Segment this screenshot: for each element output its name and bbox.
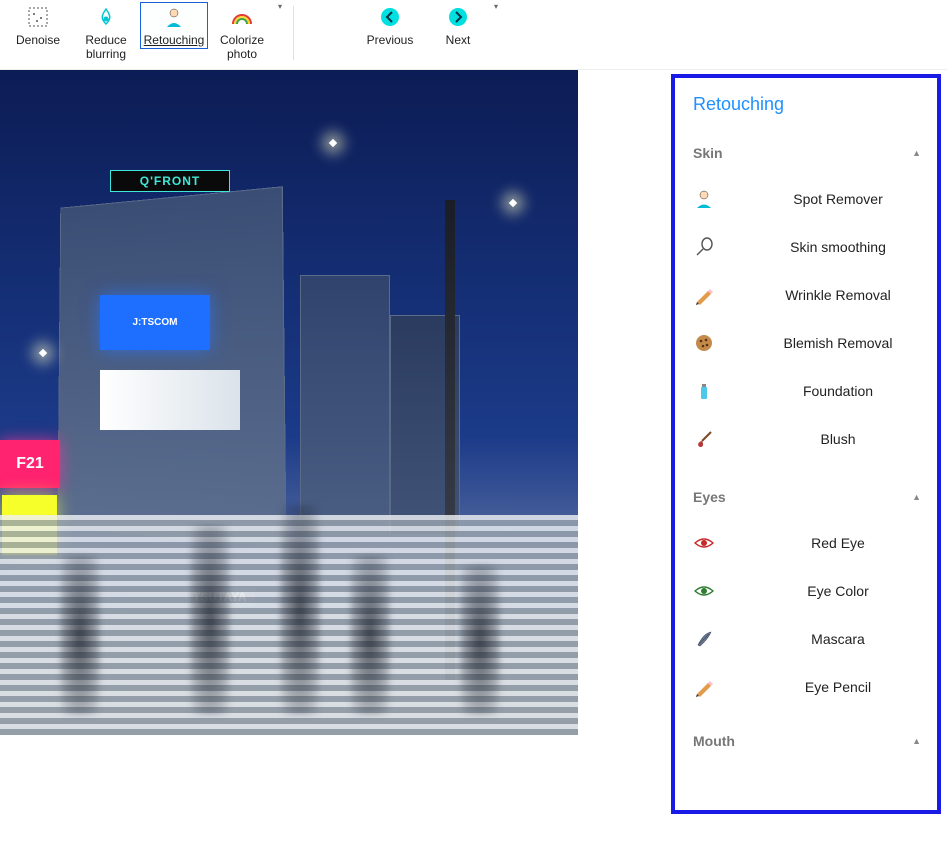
toolbar-group-dropdown-2[interactable]: ▾ bbox=[492, 2, 500, 17]
rainbow-icon bbox=[229, 4, 255, 30]
toolbar-group-dropdown-1[interactable]: ▾ bbox=[276, 2, 284, 17]
eye-red-icon bbox=[693, 532, 715, 554]
canvas-billboard-white bbox=[100, 370, 240, 430]
canvas-f21: F21 bbox=[0, 440, 60, 488]
reduce-blurring-label: Reduce blurring bbox=[85, 33, 126, 62]
tool-label: Foundation bbox=[755, 383, 921, 399]
previous-icon bbox=[377, 4, 403, 30]
image-canvas[interactable]: Q'FRONT J:TSCOM F21 TSUTAYA bbox=[0, 70, 578, 735]
panel-title: Retouching bbox=[693, 94, 921, 115]
collapse-arrow-icon: ▲ bbox=[912, 736, 921, 746]
colorize-photo-button[interactable]: Colorize photo bbox=[208, 2, 276, 64]
next-label: Next bbox=[446, 33, 471, 47]
denoise-label: Denoise bbox=[16, 33, 60, 47]
mouth-section-header[interactable]: Mouth ▲ bbox=[693, 733, 921, 749]
tool-spot-remover[interactable]: Spot Remover bbox=[693, 175, 921, 223]
canvas-logo: Q'FRONT bbox=[110, 170, 230, 192]
brush-icon bbox=[693, 428, 715, 450]
toolbar: Denoise Reduce blurring Retouching bbox=[0, 0, 947, 70]
tool-label: Wrinkle Removal bbox=[755, 287, 921, 303]
tool-label: Red Eye bbox=[755, 535, 921, 551]
tool-blush[interactable]: Blush bbox=[693, 415, 921, 463]
previous-button[interactable]: Previous bbox=[356, 2, 424, 49]
eye-green-icon bbox=[693, 580, 715, 602]
pencil-icon bbox=[693, 284, 715, 306]
denoise-button[interactable]: Denoise bbox=[4, 2, 72, 49]
tool-label: Mascara bbox=[755, 631, 921, 647]
tool-label: Eye Color bbox=[755, 583, 921, 599]
tool-label: Blush bbox=[755, 431, 921, 447]
tool-label: Blemish Removal bbox=[755, 335, 921, 351]
bottle-icon bbox=[693, 380, 715, 402]
tool-eye-pencil[interactable]: Eye Pencil bbox=[693, 663, 921, 711]
retouching-label: Retouching bbox=[144, 33, 205, 47]
wand-icon bbox=[693, 236, 715, 258]
collapse-arrow-icon: ▲ bbox=[912, 148, 921, 158]
main-area: Q'FRONT J:TSCOM F21 TSUTAYA Retouching S… bbox=[0, 70, 947, 847]
eyes-section-label: Eyes bbox=[693, 489, 726, 505]
tool-label: Skin smoothing bbox=[755, 239, 921, 255]
cookie-icon bbox=[693, 332, 715, 354]
next-button[interactable]: Next bbox=[424, 2, 492, 49]
tool-skin-smoothing[interactable]: Skin smoothing bbox=[693, 223, 921, 271]
tool-label: Eye Pencil bbox=[755, 679, 921, 695]
tool-blemish-removal[interactable]: Blemish Removal bbox=[693, 319, 921, 367]
mouth-section-label: Mouth bbox=[693, 733, 735, 749]
collapse-arrow-icon: ▲ bbox=[912, 492, 921, 502]
tool-red-eye[interactable]: Red Eye bbox=[693, 519, 921, 567]
tool-wrinkle-removal[interactable]: Wrinkle Removal bbox=[693, 271, 921, 319]
retouching-panel: Retouching Skin ▲ Spot Remover Skin smoo… bbox=[671, 74, 941, 814]
canvas-billboard: J:TSCOM bbox=[100, 295, 210, 350]
retouching-button[interactable]: Retouching bbox=[140, 2, 208, 49]
skin-section-label: Skin bbox=[693, 145, 723, 161]
pencil-icon bbox=[693, 676, 715, 698]
colorize-label: Colorize photo bbox=[220, 33, 264, 62]
eyes-section-header[interactable]: Eyes ▲ bbox=[693, 489, 921, 505]
tool-eye-color[interactable]: Eye Color bbox=[693, 567, 921, 615]
person-icon bbox=[693, 188, 715, 210]
person-icon bbox=[161, 4, 187, 30]
denoise-icon bbox=[25, 4, 51, 30]
skin-section-header[interactable]: Skin ▲ bbox=[693, 145, 921, 161]
tool-foundation[interactable]: Foundation bbox=[693, 367, 921, 415]
previous-label: Previous bbox=[367, 33, 414, 47]
tool-mascara[interactable]: Mascara bbox=[693, 615, 921, 663]
reduce-blurring-button[interactable]: Reduce blurring bbox=[72, 2, 140, 64]
drop-icon bbox=[93, 4, 119, 30]
next-icon bbox=[445, 4, 471, 30]
feather-icon bbox=[693, 628, 715, 650]
tool-label: Spot Remover bbox=[755, 191, 921, 207]
